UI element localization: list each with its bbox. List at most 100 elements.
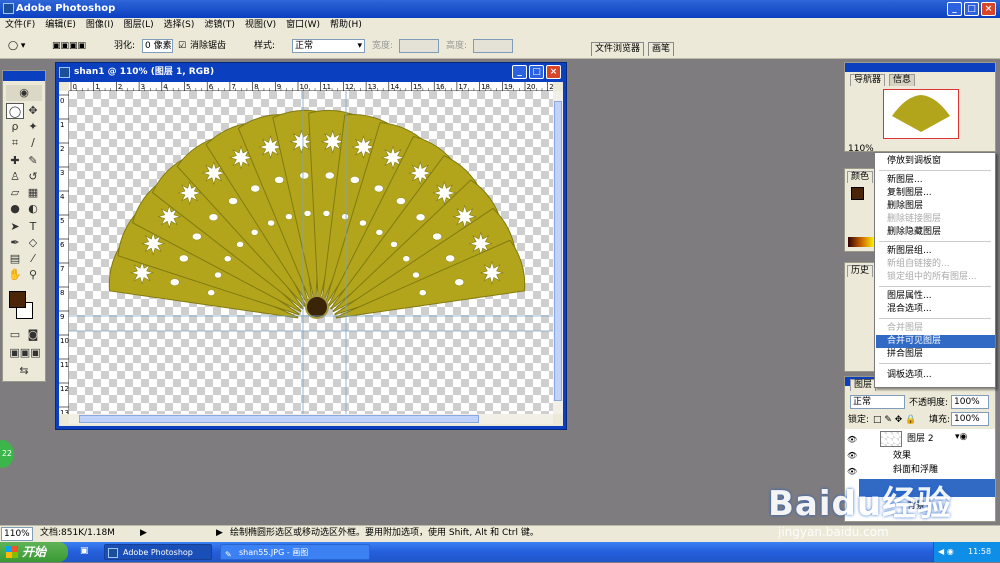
horizontal-scroll-thumb[interactable] bbox=[79, 415, 479, 423]
slice-icon[interactable]: ∕ bbox=[24, 135, 42, 151]
crop-icon[interactable]: ⌗ bbox=[6, 135, 24, 151]
doc-minimize-button[interactable]: _ bbox=[512, 65, 527, 79]
notes-icon[interactable]: ▤ bbox=[6, 251, 24, 267]
menu-item-lock-all-layers[interactable]: 锁定组中的所有图层... bbox=[876, 271, 995, 284]
start-button[interactable]: 开始 bbox=[0, 542, 68, 562]
tab-info[interactable]: 信息 bbox=[889, 74, 916, 86]
navigator-thumbnail[interactable] bbox=[883, 89, 959, 139]
standard-mode-icon[interactable]: ▭ bbox=[6, 327, 24, 343]
task-paint[interactable]: ✎ shan55.JPG - 画图 bbox=[220, 544, 370, 560]
menu-item-merge-visible[interactable]: 合并可见图层 bbox=[876, 335, 995, 348]
menu-window[interactable]: 窗口(W) bbox=[281, 18, 325, 33]
menu-item-new-layer[interactable]: 新图层... bbox=[876, 174, 995, 187]
horizontal-scrollbar[interactable] bbox=[69, 414, 553, 424]
tray-icons[interactable]: ◀ ◉ bbox=[938, 542, 954, 562]
history-brush-icon[interactable]: ↺ bbox=[24, 169, 42, 185]
tab-history[interactable]: 历史 bbox=[847, 265, 874, 277]
menu-select[interactable]: 选择(S) bbox=[159, 18, 200, 33]
status-zoom[interactable]: 110% bbox=[1, 527, 33, 541]
task-photoshop[interactable]: Adobe Photoshop bbox=[104, 544, 212, 560]
photoshop-eye-icon[interactable]: ◉ bbox=[6, 85, 42, 101]
color-panel-fg-swatch[interactable] bbox=[851, 187, 864, 200]
menu-item-merge-layers[interactable]: 合并图层 bbox=[876, 322, 995, 335]
antialias-checkbox[interactable]: ☑ bbox=[178, 39, 186, 53]
eye-icon[interactable]: 👁 bbox=[847, 467, 857, 476]
tab-file-browser[interactable]: 文件浏览器 bbox=[591, 42, 645, 56]
menu-edit[interactable]: 编辑(E) bbox=[40, 18, 81, 33]
effect-bevel-emboss[interactable]: 斜面和浮雕 bbox=[889, 463, 938, 477]
menu-item-layer-properties[interactable]: 图层属性... bbox=[876, 290, 995, 303]
lock-icons[interactable]: □ ✎ ✥ 🔒 bbox=[873, 413, 916, 427]
menu-item-delete-linked-layers[interactable]: 删除链接图层 bbox=[876, 213, 995, 226]
menu-filter[interactable]: 滤镜(T) bbox=[199, 18, 240, 33]
lasso-icon[interactable]: ρ bbox=[6, 119, 24, 135]
eye-icon[interactable]: 👁 bbox=[847, 451, 857, 460]
menu-item-dock-to-palette[interactable]: 停放到调板窗 bbox=[876, 155, 995, 168]
eye-icon[interactable]: 👁 bbox=[847, 435, 857, 444]
path-select-icon[interactable]: ➤ bbox=[6, 219, 24, 235]
eraser-icon[interactable]: ▱ bbox=[6, 185, 24, 201]
height-input[interactable] bbox=[473, 39, 513, 53]
gradient-icon[interactable]: ▦ bbox=[24, 185, 42, 201]
opacity-input[interactable]: 100% bbox=[951, 395, 989, 409]
foreground-color-swatch[interactable] bbox=[9, 291, 26, 308]
style-select[interactable]: 正常 ▾ bbox=[292, 39, 365, 53]
brush-icon[interactable]: ✎ bbox=[24, 153, 42, 169]
width-input[interactable] bbox=[399, 39, 439, 53]
elliptical-marquee-icon[interactable]: ◯ bbox=[6, 103, 24, 119]
menu-item-palette-options[interactable]: 调板选项... bbox=[876, 369, 995, 382]
close-button[interactable]: × bbox=[981, 2, 996, 16]
tab-brushes[interactable]: 画笔 bbox=[648, 42, 675, 56]
magic-wand-icon[interactable]: ✦ bbox=[24, 119, 42, 135]
zoom-icon[interactable]: ⚲ bbox=[24, 267, 42, 283]
color-ramp[interactable] bbox=[848, 237, 875, 247]
quickmask-mode-icon[interactable]: ◙ bbox=[24, 327, 42, 343]
dodge-icon[interactable]: ◐ bbox=[24, 201, 42, 217]
layer-effects-icon[interactable]: ▾◉ bbox=[955, 432, 967, 442]
menu-item-delete-layer[interactable]: 删除图层 bbox=[876, 200, 995, 213]
menu-layer[interactable]: 图层(L) bbox=[119, 18, 159, 33]
tab-navigator[interactable]: 导航器 bbox=[850, 74, 886, 86]
menu-item-duplicate-layer[interactable]: 复制图层... bbox=[876, 187, 995, 200]
move-tool-icon[interactable]: ✥ bbox=[24, 103, 42, 119]
menu-image[interactable]: 图像(I) bbox=[81, 18, 119, 33]
vertical-scrollbar[interactable] bbox=[553, 91, 563, 414]
side-badge[interactable]: 22 bbox=[0, 440, 14, 468]
menu-item-blending-options[interactable]: 混合选项... bbox=[876, 303, 995, 316]
screen-mode-icons[interactable]: ▣▣▣ bbox=[4, 345, 46, 361]
menu-item-flatten-image[interactable]: 拼合图层 bbox=[876, 348, 995, 361]
blur-icon[interactable]: ● bbox=[6, 201, 24, 217]
eyedropper-icon[interactable]: ⁄ bbox=[24, 251, 42, 267]
clone-stamp-icon[interactable]: ♙ bbox=[6, 169, 24, 185]
selection-mode-icons[interactable]: ▣▣▣▣ bbox=[52, 39, 86, 53]
menu-item-new-layer-set[interactable]: 新图层组... bbox=[876, 245, 995, 258]
menu-help[interactable]: 帮助(H) bbox=[325, 18, 367, 33]
healing-brush-icon[interactable]: ✚ bbox=[6, 153, 24, 169]
fill-input[interactable]: 100% bbox=[951, 412, 989, 426]
layer-name[interactable]: 图层 2 bbox=[903, 432, 934, 446]
doc-maximize-button[interactable]: □ bbox=[529, 65, 544, 79]
tab-layers[interactable]: 图层 bbox=[850, 379, 877, 391]
doc-close-button[interactable]: × bbox=[546, 65, 561, 79]
shape-icon[interactable]: ◇ bbox=[24, 235, 42, 251]
menu-item-new-set-from-linked[interactable]: 新组自链接的... bbox=[876, 258, 995, 271]
hand-icon[interactable]: ✋ bbox=[6, 267, 24, 283]
status-arrow-icon[interactable]: ▶ bbox=[140, 526, 147, 541]
canvas[interactable] bbox=[69, 91, 553, 414]
blend-mode-select[interactable]: 正常 bbox=[850, 395, 905, 409]
jump-to-imageready-icon[interactable]: ⇆ bbox=[6, 363, 42, 379]
show-desktop-icon[interactable]: ▣ bbox=[80, 546, 89, 556]
menu-item-delete-hidden-layers[interactable]: 删除隐藏图层 bbox=[876, 226, 995, 239]
navigator-zoom[interactable]: 110% bbox=[848, 144, 874, 154]
minimize-button[interactable]: _ bbox=[947, 2, 962, 16]
pen-icon[interactable]: ✒ bbox=[6, 235, 24, 251]
layers-context-menu: 停放到调板窗 新图层... 复制图层... 删除图层 删除链接图层 删除隐藏图层… bbox=[874, 152, 996, 388]
tab-color[interactable]: 颜色 bbox=[847, 171, 874, 183]
maximize-button[interactable]: □ bbox=[964, 2, 979, 16]
menu-file[interactable]: 文件(F) bbox=[0, 18, 40, 33]
feather-input[interactable]: 0 像素 bbox=[142, 39, 173, 53]
text-tool-icon[interactable]: T bbox=[24, 219, 42, 235]
vertical-scroll-thumb[interactable] bbox=[554, 101, 562, 401]
elliptical-marquee-preset-icon[interactable]: ◯ ▾ bbox=[8, 39, 25, 53]
menu-view[interactable]: 视图(V) bbox=[240, 18, 281, 33]
